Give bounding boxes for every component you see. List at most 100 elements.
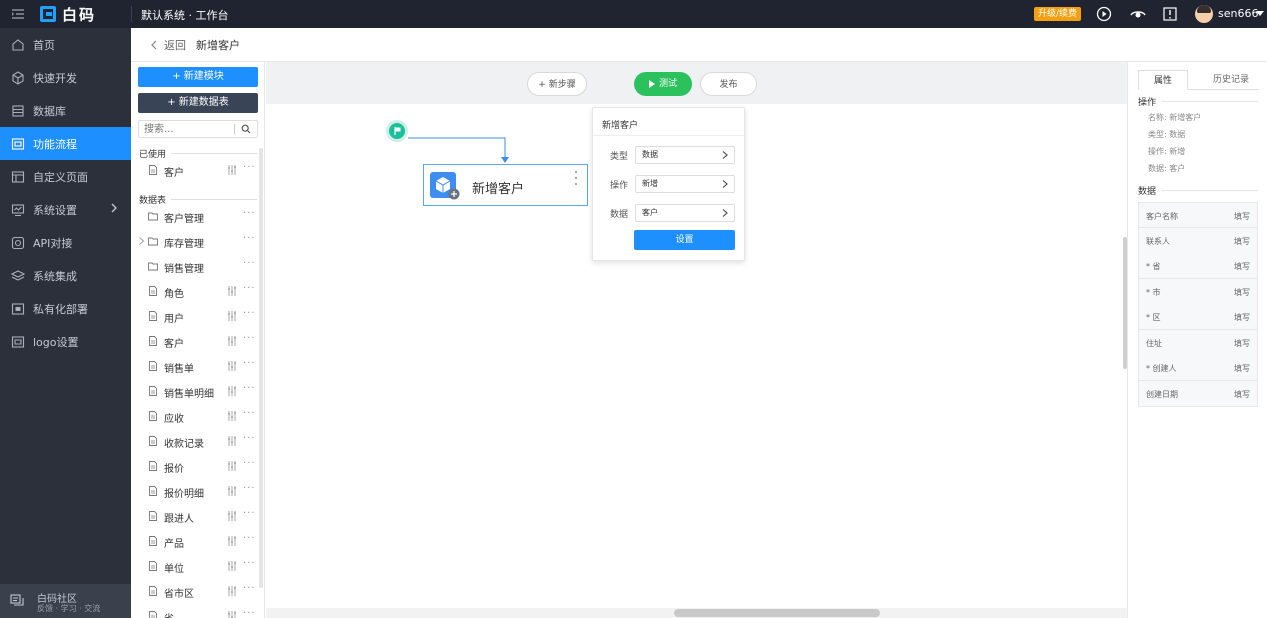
- type-select[interactable]: 数据: [635, 146, 735, 164]
- more-icon[interactable]: ···: [243, 233, 256, 244]
- field-row[interactable]: * 市 填写: [1138, 278, 1258, 305]
- list-item[interactable]: 收款记录 ···: [131, 430, 259, 452]
- search-input[interactable]: [139, 121, 229, 138]
- settings-sliders-icon[interactable]: [227, 336, 237, 346]
- sidebar-item-database[interactable]: 数据库: [0, 94, 131, 127]
- community-link[interactable]: 白码社区 反馈 · 学习 · 交流: [0, 584, 131, 618]
- caret-right-icon[interactable]: [139, 237, 144, 245]
- settings-sliders-icon[interactable]: [227, 561, 237, 571]
- more-vertical-icon[interactable]: [574, 170, 578, 186]
- more-icon[interactable]: ···: [243, 333, 256, 344]
- horizontal-scrollbar[interactable]: [266, 608, 1127, 618]
- more-icon[interactable]: ···: [243, 483, 256, 494]
- field-row[interactable]: 住址 填写: [1138, 329, 1258, 356]
- field-row[interactable]: * 区 填写: [1138, 304, 1258, 330]
- sidebar-item-home[interactable]: 首页: [0, 28, 131, 61]
- list-item[interactable]: 跟进人 ···: [131, 505, 259, 527]
- eye-icon[interactable]: [1130, 6, 1146, 22]
- flow-canvas[interactable]: + 新步骤 测试 发布 新增客户 新增客户 类型 数据 操作 新增 数据 客户 …: [266, 62, 1127, 618]
- list-item[interactable]: 省市区 ···: [131, 580, 259, 602]
- more-icon[interactable]: ···: [243, 508, 256, 519]
- field-fill-link[interactable]: 填写: [1234, 338, 1250, 349]
- field-fill-link[interactable]: 填写: [1234, 389, 1250, 400]
- logo[interactable]: 白码: [40, 5, 96, 24]
- chevron-down-icon[interactable]: [1256, 11, 1264, 16]
- sidebar-item-logo-settings[interactable]: logo设置: [0, 325, 131, 358]
- settings-sliders-icon[interactable]: [227, 411, 237, 421]
- settings-sliders-icon[interactable]: [227, 361, 237, 371]
- tab-properties[interactable]: 属性: [1138, 70, 1188, 90]
- list-item[interactable]: 产品 ···: [131, 530, 259, 552]
- field-fill-link[interactable]: 填写: [1234, 261, 1250, 272]
- settings-sliders-icon[interactable]: [227, 611, 237, 618]
- more-icon[interactable]: ···: [243, 408, 256, 419]
- field-fill-link[interactable]: 填写: [1234, 312, 1250, 323]
- sidebar-item-quick-dev[interactable]: 快速开发: [0, 61, 131, 94]
- tab-history[interactable]: 历史记录: [1203, 70, 1259, 90]
- username[interactable]: sen666: [1218, 7, 1258, 20]
- settings-sliders-icon[interactable]: [227, 461, 237, 471]
- folder-item[interactable]: 库存管理 ···: [131, 230, 259, 252]
- new-module-button[interactable]: + 新建模块: [138, 67, 258, 87]
- sidebar-item-api[interactable]: API对接: [0, 226, 131, 259]
- scrollbar[interactable]: [259, 148, 263, 588]
- field-fill-link[interactable]: 填写: [1234, 287, 1250, 298]
- settings-sliders-icon[interactable]: [227, 165, 237, 175]
- list-item[interactable]: 角色 ···: [131, 280, 259, 302]
- field-row[interactable]: * 省 填写: [1138, 253, 1258, 279]
- settings-sliders-icon[interactable]: [227, 286, 237, 296]
- list-item[interactable]: 单位 ···: [131, 555, 259, 577]
- sidebar-item-integration[interactable]: 系统集成: [0, 259, 131, 292]
- field-row[interactable]: * 创建人 填写: [1138, 355, 1258, 381]
- field-fill-link[interactable]: 填写: [1234, 211, 1250, 222]
- more-icon[interactable]: ···: [243, 558, 256, 569]
- list-item[interactable]: 销售单明细 ···: [131, 380, 259, 402]
- more-icon[interactable]: ···: [243, 533, 256, 544]
- more-icon[interactable]: ···: [243, 458, 256, 469]
- help-icon[interactable]: [1162, 6, 1178, 22]
- operation-select[interactable]: 新增: [635, 175, 735, 193]
- settings-sliders-icon[interactable]: [227, 511, 237, 521]
- menu-collapse-icon[interactable]: [12, 8, 24, 20]
- new-table-button[interactable]: + 新建数据表: [138, 93, 258, 113]
- more-icon[interactable]: ···: [243, 258, 256, 269]
- list-item[interactable]: 客户 ···: [131, 330, 259, 352]
- sidebar-item-settings[interactable]: 系统设置: [0, 193, 131, 226]
- list-item[interactable]: 应收 ···: [131, 405, 259, 427]
- folder-item[interactable]: 客户管理 ···: [131, 205, 259, 227]
- list-item[interactable]: 销售单 ···: [131, 355, 259, 377]
- data-select[interactable]: 客户: [635, 204, 735, 222]
- field-row[interactable]: 客户名称 填写: [1138, 202, 1258, 228]
- chevron-left-icon[interactable]: [150, 40, 158, 50]
- more-icon[interactable]: ···: [243, 283, 256, 294]
- sidebar-item-private-deploy[interactable]: 私有化部署: [0, 292, 131, 325]
- settings-button[interactable]: 设置: [634, 230, 735, 250]
- more-icon[interactable]: ···: [243, 433, 256, 444]
- sidebar-item-custom-page[interactable]: 自定义页面: [0, 160, 131, 193]
- settings-sliders-icon[interactable]: [227, 386, 237, 396]
- more-icon[interactable]: ···: [243, 608, 256, 618]
- sidebar-item-flow[interactable]: 功能流程: [0, 127, 131, 160]
- publish-button[interactable]: 发布: [700, 72, 757, 96]
- back-link[interactable]: 返回: [164, 37, 186, 53]
- folder-item[interactable]: 销售管理 ···: [131, 255, 259, 277]
- step-node[interactable]: 新增客户: [423, 164, 588, 206]
- avatar[interactable]: [1195, 5, 1213, 23]
- field-row[interactable]: 创建日期 填写: [1138, 380, 1258, 407]
- list-item[interactable]: 用户 ···: [131, 305, 259, 327]
- settings-sliders-icon[interactable]: [227, 536, 237, 546]
- more-icon[interactable]: ···: [243, 358, 256, 369]
- settings-sliders-icon[interactable]: [227, 311, 237, 321]
- search-icon[interactable]: [241, 124, 251, 134]
- field-row[interactable]: 联系人 填写: [1138, 227, 1258, 254]
- list-item[interactable]: 报价明细 ···: [131, 480, 259, 502]
- field-fill-link[interactable]: 填写: [1234, 236, 1250, 247]
- list-item[interactable]: 报价 ···: [131, 455, 259, 477]
- more-icon[interactable]: ···: [243, 308, 256, 319]
- settings-sliders-icon[interactable]: [227, 436, 237, 446]
- settings-sliders-icon[interactable]: [227, 586, 237, 596]
- scrollbar-thumb[interactable]: [674, 609, 880, 617]
- more-icon[interactable]: ···: [243, 208, 256, 219]
- upgrade-button[interactable]: 升级/续费: [1034, 7, 1082, 21]
- more-icon[interactable]: ···: [243, 583, 256, 594]
